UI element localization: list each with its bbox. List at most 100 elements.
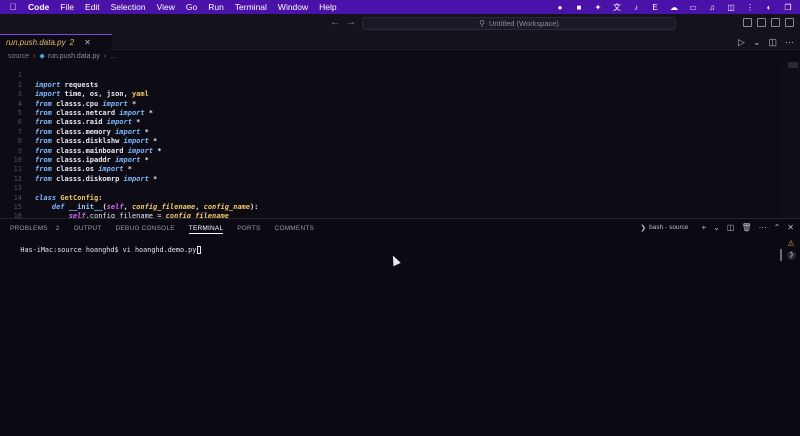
run-icon[interactable]: ▷ [738,37,745,48]
menu-help[interactable]: Help [319,2,336,12]
new-terminal-icon[interactable]: + [702,223,707,232]
minimap[interactable] [780,62,800,218]
box-icon[interactable]: ◫ [723,3,739,12]
breadcrumb-file[interactable]: run.push.data.py [48,53,100,60]
code-line: 9 from classs.ipaddr import * [0,137,780,164]
chevron-right-icon: › [103,52,107,60]
terminal-prompt: Has-iMac:source hoanghd$ vi hoanghd.demo… [20,246,197,254]
theme-icon[interactable]: ◐ [761,3,777,12]
panel-actions: ❯ bash - source + ⌄ ◫ 🗑 ⋯ ⌃ ✕ [640,223,794,232]
more-actions-icon[interactable]: ⋯ [785,37,794,48]
guitar-icon[interactable]: ♪ [628,3,644,12]
layout-controls [738,18,794,27]
split-terminal-icon[interactable]: ◫ [727,223,735,232]
terminal-shell-selector[interactable]: ❯ bash - source [640,224,688,232]
toggle-sidebar-icon[interactable] [743,18,752,27]
tab-problems[interactable]: PROBLEMS 2 [10,219,60,237]
code-line: 3 from classs.cpu import * [0,81,780,107]
status-tray: ● ■ ✦ 文 ♪ E ☁ ▭ ♫ ◫ ⋮ ◐ ❐ [549,0,796,14]
code-line: 4 from classs.netcard import * [0,90,780,117]
card-icon[interactable]: ▭ [685,3,701,12]
cloud-icon[interactable]: ☁ [666,3,682,12]
tray-e-icon[interactable]: E [647,3,663,12]
nav-arrows: ←→ [330,17,362,28]
terminal-output[interactable]: Has-iMac:source hoanghd$ vi hoanghd.demo… [4,238,202,262]
menu-bar:  Code File Edit Selection View Go Run T… [0,0,800,14]
title-bar: ←→ ⚲ Untitled (Workspace) [0,14,800,34]
breadcrumb: source › ◆ run.push.data.py › ... [0,50,800,62]
menu-app-name[interactable]: Code [28,2,49,12]
tab-filename: run.push.data.py [6,38,66,47]
menu-terminal[interactable]: Terminal [235,2,267,12]
code-line: 15 self.config_filename = config_filenam… [0,194,780,218]
music-icon[interactable]: ♫ [704,3,720,12]
screens-icon[interactable]: ❐ [780,3,796,12]
editor-tab-active[interactable]: run.push.data.py 2 ✕ [0,34,112,50]
editor-tab-bar: run.push.data.py 2 ✕ ▷ ⌄ ◫ ⋯ [0,34,800,50]
toggle-panel-icon[interactable] [757,18,766,27]
menu-file[interactable]: File [60,2,74,12]
breadcrumb-folder[interactable]: source [8,53,29,60]
code-line: 11 from classs.diskomrp import * [0,156,780,182]
tab-problems-label: PROBLEMS [10,224,48,232]
problems-count-badge: 2 [55,224,60,232]
menu-window[interactable]: Window [278,2,308,12]
breadcrumb-more[interactable]: ... [110,53,116,60]
tab-output[interactable]: OUTPUT [74,219,102,237]
back-arrow-icon[interactable]: ← [330,17,346,28]
menu-selection[interactable]: Selection [111,2,146,12]
workspace-title: Untitled (Workspace) [488,19,559,28]
mail-icon[interactable]: ■ [571,3,587,12]
loading-icon[interactable]: ⋮ [742,3,758,12]
shell-label: bash - source [649,224,689,231]
maximize-panel-icon[interactable]: ⌃ [774,223,781,232]
tab-debug-console[interactable]: DEBUG CONSOLE [115,219,174,237]
bottom-panel: PROBLEMS 2 OUTPUT DEBUG CONSOLE TERMINAL… [0,218,800,436]
code-editor[interactable]: 1 import requests 2 import time, os, jso… [0,62,800,218]
code-line: 5 from classs.raid import * [0,100,780,126]
code-line: 13 class GetConfig: [0,175,780,201]
menu-view[interactable]: View [157,2,175,12]
editor-actions: ▷ ⌄ ◫ ⋯ [730,37,794,48]
code-line: 12 [0,165,780,183]
terminal-instance-icon[interactable]: ❯ [787,251,796,260]
menu-go[interactable]: Go [186,2,197,12]
tab-ports[interactable]: PORTS [237,219,260,237]
customize-layout-icon[interactable] [785,18,794,27]
menu-edit[interactable]: Edit [85,2,100,12]
tab-terminal[interactable]: TERMINAL [188,219,224,237]
close-icon[interactable]: ✕ [84,38,91,47]
code-line: 8 from classs.mainboard import * [0,128,780,154]
chevron-right-icon: › [33,52,36,60]
translate-icon[interactable]: 文 [609,2,625,13]
code-line: 16 self.config_name = config_name [0,203,780,218]
sparkle-icon[interactable]: ✦ [590,3,606,12]
terminal-scrollbar[interactable] [780,249,782,261]
more-actions-icon[interactable]: ⋯ [759,223,767,232]
warning-icon[interactable]: ⚠ [786,239,796,248]
terminal-cursor [197,246,202,254]
tab-comments[interactable]: COMMENTS [275,219,315,237]
trash-icon[interactable]: 🗑 [741,223,751,232]
tab-problem-count: 2 [69,38,75,47]
split-editor-icon[interactable]: ◫ [768,37,777,48]
code-line: 1 import requests [0,62,780,88]
github-icon[interactable]: ● [552,3,568,12]
chevron-down-icon[interactable]: ⌄ [753,37,761,48]
python-file-icon: ◆ [39,53,45,60]
menu-run[interactable]: Run [208,2,224,12]
code-line: 14 def __init__(self, config_filename, c… [0,184,780,211]
code-line: 7 from classs.disklshw import * [0,118,780,145]
command-center-search[interactable]: ⚲ Untitled (Workspace) [362,17,676,30]
apple-icon[interactable]:  [6,2,20,12]
code-line: 10 from classs.os import * [0,147,780,173]
code-line: 2 import time, os, json, yaml [0,71,780,98]
chevron-down-icon[interactable]: ⌄ [713,223,720,232]
close-panel-icon[interactable]: ✕ [787,223,794,232]
search-icon: ⚲ [479,19,485,28]
minimap-slider[interactable] [788,62,798,68]
bash-icon: ❯ [640,224,647,232]
forward-arrow-icon[interactable]: → [346,17,362,28]
code-line: 6 from classs.memory import * [0,109,780,135]
toggle-secondary-sidebar-icon[interactable] [771,18,780,27]
